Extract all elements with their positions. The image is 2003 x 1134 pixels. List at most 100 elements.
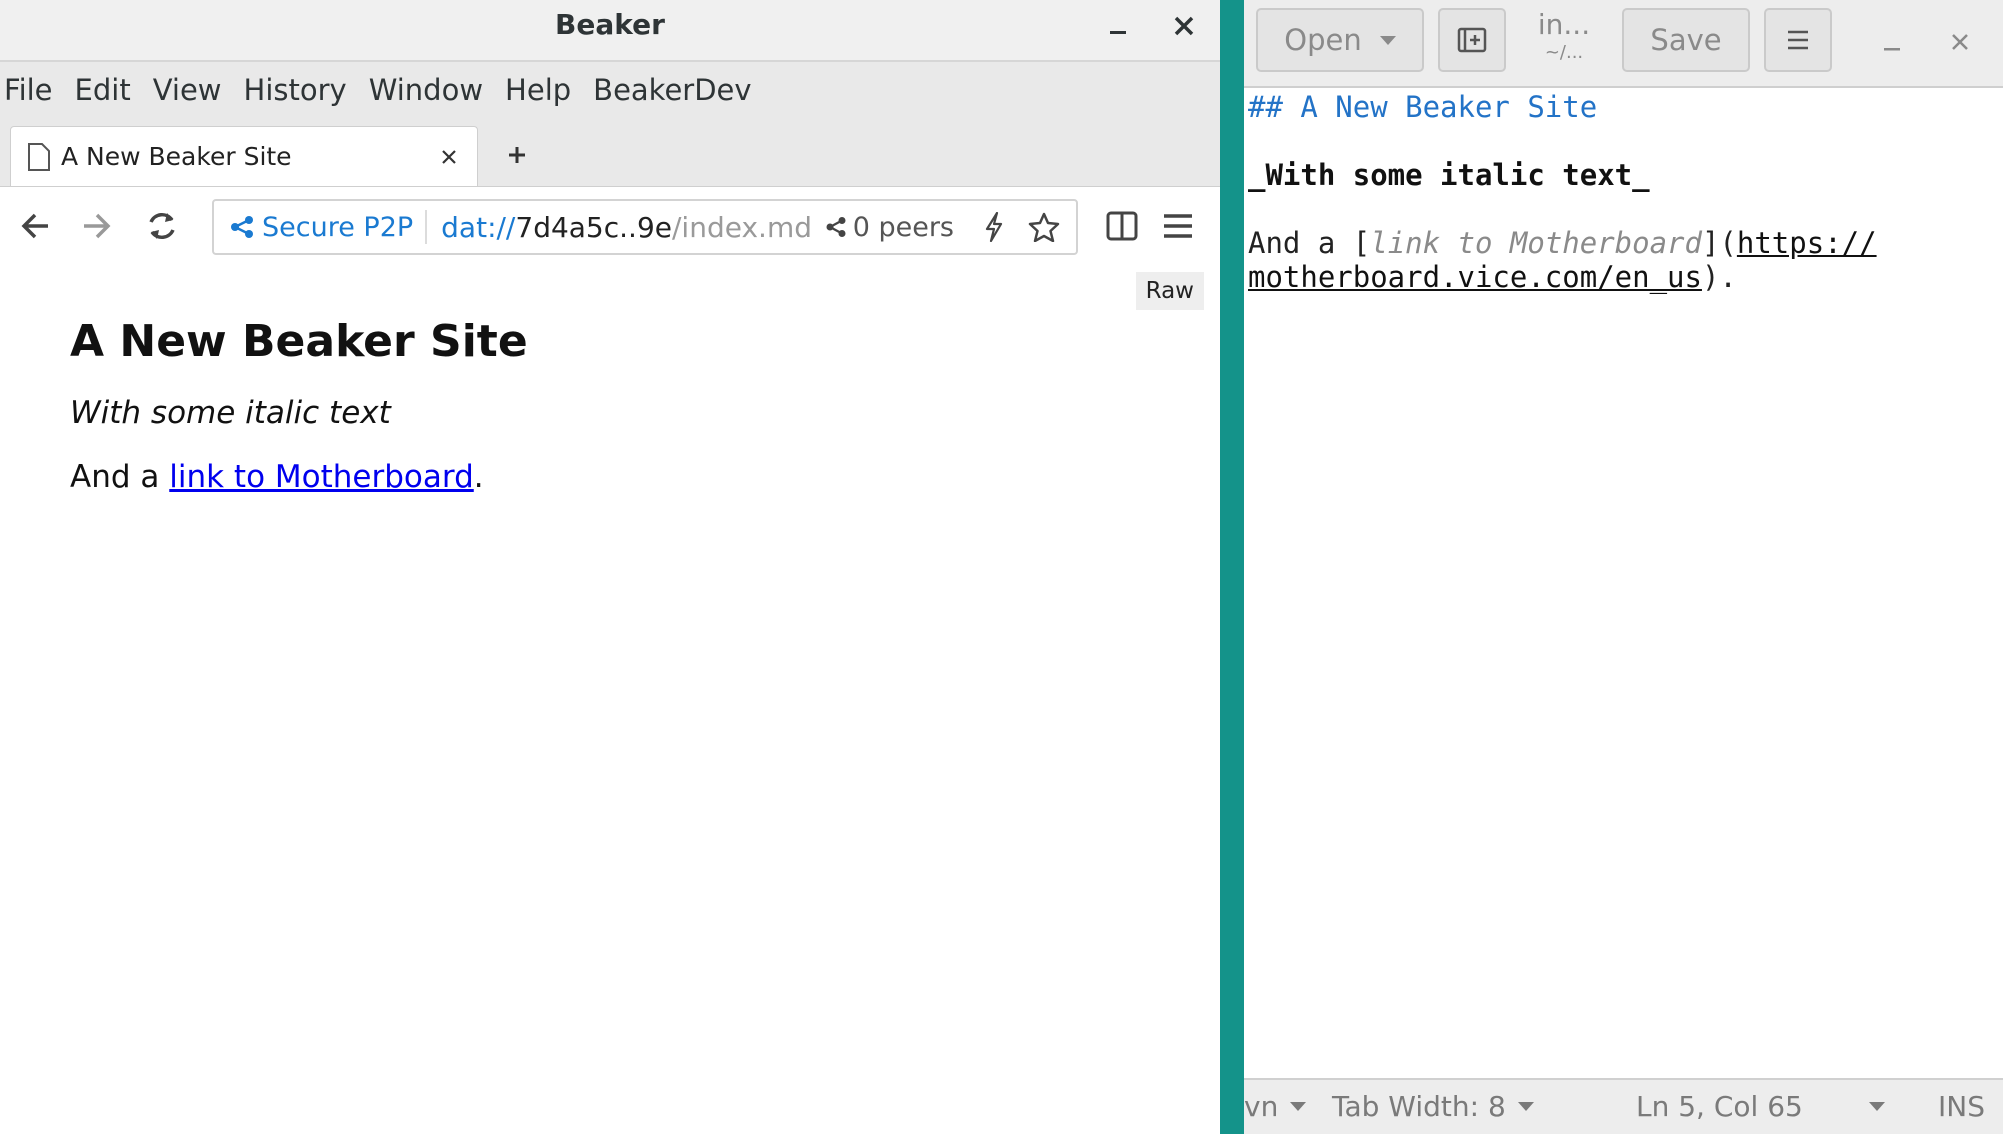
minimize-icon [1110,31,1126,34]
raw-button[interactable]: Raw [1135,272,1204,310]
reload-icon [149,212,175,240]
reload-button[interactable] [142,206,182,246]
minimize-button[interactable] [1098,8,1138,44]
new-tab-button[interactable] [1438,8,1506,72]
document-title: in... ~/... [1534,8,1594,64]
page-content: Raw A New Beaker Site With some italic t… [0,264,1220,1134]
close-icon [1952,34,1968,50]
open-button[interactable]: Open [1256,8,1424,72]
tab-label: A New Beaker Site [61,142,292,171]
url-path: /index.md [672,210,812,244]
hamburger-icon [1164,214,1192,238]
document-icon [28,142,50,171]
editor-text-area[interactable]: ## A New Beaker Site _With some italic t… [1244,88,2003,1080]
editor-close-button[interactable] [1940,22,1980,62]
menu-beakerdev[interactable]: BeakerDev [582,62,762,118]
forward-button[interactable] [76,206,116,246]
arrow-left-icon [21,213,48,239]
paragraph-suffix: . [473,459,484,495]
window-title: Beaker [555,8,665,41]
url-text[interactable]: dat://7d4a5c..9e/index.md [427,211,825,244]
tab-width-label: Tab Width: 8 [1332,1090,1506,1123]
page-italic-text: With some italic text [70,395,391,431]
md-text: And a [1248,226,1353,260]
bookmark-button[interactable] [1026,209,1062,245]
menu-window[interactable]: Window [358,62,494,118]
tab-close-button[interactable] [429,149,469,165]
tab-active[interactable]: A New Beaker Site [10,126,478,186]
text-editor-window: Open in... ~/... Save ## A New Beaker Si… [1244,0,2003,1134]
peers-indicator[interactable]: 0 peers [825,212,954,243]
sidebar-toggle-button[interactable] [1102,206,1142,246]
peers-count: 0 peers [852,211,954,243]
editor-line: ## A New Beaker Site [1248,90,1999,124]
md-url: https:// [1736,226,1877,260]
document-name: in... [1537,8,1591,41]
cursor-position-selector[interactable]: Ln 5, Col 65 [1636,1090,1885,1123]
menu-file[interactable]: File [2,62,64,118]
document-path: ~/... [1544,42,1584,63]
menu-history[interactable]: History [233,62,358,118]
md-text: ). [1701,260,1737,294]
md-italic-line: _With some italic text_ [1248,158,1650,192]
url-protocol: dat:// [441,210,516,244]
language-selector[interactable]: vn [1244,1090,1307,1123]
new-tab-button[interactable] [500,138,534,172]
minimize-icon [1884,48,1900,51]
insert-mode-indicator[interactable]: INS [1938,1090,1985,1123]
url-host: 7d4a5c..9e [515,210,672,244]
share-icon [826,217,846,237]
editor-line: _With some italic text_ [1248,158,1999,192]
menu-button[interactable] [1158,206,1198,246]
chevron-down-icon [1868,1102,1885,1111]
editor-statusbar: vn Tab Width: 8 Ln 5, Col 65 INS [1244,1078,2003,1134]
hamburger-icon [1788,30,1808,50]
rendered-markdown: A New Beaker Site With some italic text … [70,316,528,495]
motherboard-link[interactable]: link to Motherboard [169,459,474,495]
chevron-down-icon [1379,35,1396,45]
close-icon [1174,16,1194,36]
language-label: vn [1244,1090,1279,1123]
menu-bar: File Edit View History Window Help Beake… [0,62,1220,118]
editor-menu-button[interactable] [1764,8,1832,72]
chevron-down-icon [1290,1102,1307,1111]
close-button[interactable] [1164,8,1204,44]
editor-headerbar: Open in... ~/... Save [1244,0,2003,88]
save-button[interactable]: Save [1622,8,1750,72]
browser-window: Beaker File Edit View History Window Hel… [0,0,1220,1134]
sidebar-icon [1106,211,1138,241]
share-icon [231,216,253,238]
save-label: Save [1650,23,1722,57]
new-document-icon [1457,27,1487,53]
close-icon [442,149,456,164]
tab-width-selector[interactable]: Tab Width: 8 [1332,1090,1534,1123]
md-url: motherboard.vice.com/en_us [1248,260,1702,294]
editor-line: motherboard.vice.com/en_us). [1248,260,1999,294]
open-label: Open [1284,23,1362,57]
md-heading: ## A New Beaker Site [1248,90,1598,124]
menu-edit[interactable]: Edit [64,62,142,118]
desktop-background [1220,0,1244,1134]
editor-minimize-button[interactable] [1872,22,1912,62]
browser-titlebar: Beaker [0,0,1220,62]
md-link-text: link to Motherboard [1370,226,1702,260]
paragraph-prefix: And a [70,459,170,495]
arrow-right-icon [84,213,111,239]
insert-mode-label: INS [1938,1090,1985,1123]
cursor-position-label: Ln 5, Col 65 [1636,1090,1803,1123]
page-paragraph: And a link to Motherboard. [70,459,528,495]
secure-label: Secure P2P [262,211,414,243]
tab-bar: A New Beaker Site [0,118,1220,187]
lightning-icon [985,212,1003,242]
plus-icon [509,147,525,163]
live-reload-button[interactable] [976,209,1012,245]
menu-view[interactable]: View [142,62,233,118]
menu-help[interactable]: Help [494,62,582,118]
url-bar[interactable]: Secure P2P dat://7d4a5c..9e/index.md 0 p… [212,199,1078,255]
navigation-bar: Secure P2P dat://7d4a5c..9e/index.md 0 p… [0,187,1220,267]
secure-indicator[interactable]: Secure P2P [214,210,428,244]
back-button[interactable] [16,206,56,246]
editor-line: And a [link to Motherboard](https:// [1248,226,1999,260]
